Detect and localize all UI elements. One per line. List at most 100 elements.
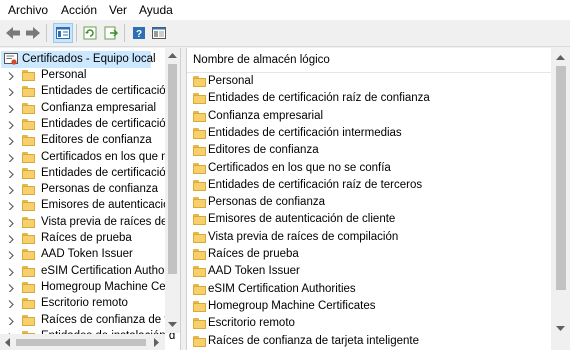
tree-item[interactable]: Vista previa de raíces de (0, 215, 168, 231)
tree-item[interactable]: Escritorio remoto (0, 296, 165, 312)
tree-item-label: Personas de confianza (41, 183, 158, 196)
expand-chevron-icon[interactable] (8, 202, 16, 211)
tree-item[interactable]: Certificados en los que no (0, 150, 174, 166)
folder-icon (22, 118, 35, 130)
folder-icon (193, 93, 206, 105)
tree-horizontal-scrollbar[interactable] (0, 334, 165, 350)
list-item[interactable]: Raíces de confianza de tarjeta inteligen… (187, 333, 551, 349)
tree-item[interactable]: Raíces de prueba (0, 231, 165, 247)
list-item[interactable]: Certificados en los que no se confía (187, 160, 551, 176)
tree-item[interactable]: Personas de confianza (0, 182, 165, 198)
expand-chevron-icon[interactable] (8, 120, 16, 129)
expand-chevron-icon[interactable] (8, 283, 16, 292)
tree-vertical-scrollbar[interactable] (165, 48, 180, 333)
folder-icon (193, 214, 206, 226)
expand-chevron-icon[interactable] (8, 153, 16, 162)
tree-item[interactable]: Personal (0, 68, 165, 84)
tree-item[interactable]: Entidades de certificación (0, 166, 172, 182)
column-header-name[interactable]: Nombre de almacén lógico (193, 54, 330, 66)
tree-item-label: Vista previa de raíces de (41, 215, 168, 228)
folder-icon (22, 314, 35, 326)
tree-item[interactable]: Entidades de certificación (0, 84, 172, 100)
folder-icon (22, 70, 35, 81)
tree-item[interactable]: Confianza empresarial (0, 101, 165, 117)
expand-chevron-icon[interactable] (8, 267, 16, 276)
list-item[interactable]: Entidades de certificación raíz de terce… (187, 177, 551, 193)
scroll-left-icon[interactable] (4, 338, 10, 347)
list-item-label: Certificados en los que no se confía (208, 161, 391, 174)
tree-item[interactable]: Homegroup Machine Cer (0, 280, 169, 296)
list-item[interactable]: Entidades de certificación raíz de confi… (187, 90, 551, 106)
list-item-label: eSIM Certification Authorities (208, 282, 356, 295)
back-arrow-icon[interactable] (3, 23, 23, 43)
properties-icon[interactable] (149, 23, 169, 43)
expand-chevron-icon[interactable] (8, 169, 16, 178)
scroll-right-icon[interactable] (154, 338, 160, 347)
list-item[interactable]: eSIM Certification Authorities (187, 281, 551, 297)
tree-item-label: Personal (41, 69, 87, 81)
list-header[interactable]: Nombre de almacén lógico (187, 48, 551, 73)
folder-icon (22, 151, 35, 163)
tree-pane: Certificados - Equipo local Personal Enti… (0, 48, 181, 350)
menu-archivo[interactable]: Archivo (8, 3, 48, 17)
expand-chevron-icon[interactable] (8, 235, 16, 243)
folder-icon (193, 283, 206, 295)
forward-arrow-icon[interactable] (23, 23, 43, 43)
expand-chevron-icon[interactable] (8, 72, 16, 80)
list-item-label: Confianza empresarial (208, 109, 324, 122)
tree-item[interactable]: eSIM Certification Authori (0, 264, 171, 280)
scroll-up-icon[interactable] (168, 52, 177, 58)
list-item[interactable]: Editores de confianza (187, 142, 551, 158)
tree-item-label: Entidades de certificación (41, 166, 173, 179)
tree-item[interactable]: Raíces de confianza de tar (0, 313, 178, 329)
list-item[interactable]: Confianza empresarial (187, 108, 551, 124)
tree-item[interactable]: Entidades de certificación (0, 117, 172, 133)
list-item-label: Escritorio remoto (208, 317, 295, 330)
tree-item[interactable]: AAD Token Issuer (0, 247, 165, 263)
list-item[interactable]: Escritorio remoto (187, 315, 551, 331)
tree-root[interactable]: Certificados - Equipo local (1, 51, 156, 68)
refresh-icon[interactable] (80, 23, 100, 43)
folder-icon (22, 135, 35, 147)
tree-scroll-thumb[interactable] (168, 64, 177, 274)
list-scroll-thumb[interactable] (556, 66, 566, 290)
folder-icon (22, 298, 35, 310)
scroll-down-icon[interactable] (556, 326, 565, 332)
list-item[interactable]: Homegroup Machine Certificates (187, 298, 551, 314)
folder-icon (193, 197, 206, 209)
scroll-down-icon[interactable] (168, 322, 177, 328)
expand-chevron-icon[interactable] (8, 186, 16, 195)
export-list-icon[interactable] (101, 23, 121, 43)
expand-chevron-icon[interactable] (8, 137, 16, 146)
folder-icon (193, 249, 206, 260)
scroll-up-icon[interactable] (556, 54, 565, 60)
expand-chevron-icon[interactable] (8, 88, 16, 97)
folder-icon (22, 249, 35, 261)
list-item[interactable]: Emisores de autenticación de cliente (187, 211, 551, 227)
help-icon[interactable]: ? (129, 23, 149, 43)
expand-chevron-icon[interactable] (8, 104, 16, 113)
tree-item[interactable]: Editores de confianza (0, 133, 165, 149)
show-hide-tree-icon[interactable] (53, 23, 73, 43)
menu-ver[interactable]: Ver (109, 3, 127, 17)
expand-chevron-icon[interactable] (8, 300, 16, 309)
tree-item[interactable]: Emisores de autenticación (0, 198, 176, 214)
list-vertical-scrollbar[interactable] (551, 48, 570, 350)
list-item[interactable]: AAD Token Issuer (187, 263, 551, 279)
tree-item-label: Entidades de certificación (41, 117, 173, 130)
tree-hscroll-thumb[interactable] (16, 339, 146, 346)
list-item-label: Entidades de certificación raíz de terce… (208, 178, 423, 191)
expand-chevron-icon[interactable] (8, 316, 16, 325)
list-item[interactable]: Personal (187, 73, 551, 89)
tree-item-label: Emisores de autenticación (41, 199, 176, 212)
list-item[interactable]: Raíces de prueba (187, 246, 551, 262)
menu-accion[interactable]: Acción (61, 3, 97, 17)
list-item[interactable]: Vista previa de raíces de compilación (187, 229, 551, 245)
list-item[interactable]: Entidades de certificación intermedias (187, 125, 551, 141)
folder-icon (193, 76, 206, 87)
expand-chevron-icon[interactable] (8, 251, 16, 260)
folder-icon (193, 179, 206, 191)
expand-chevron-icon[interactable] (8, 218, 16, 227)
menu-ayuda[interactable]: Ayuda (139, 3, 173, 17)
list-item[interactable]: Personas de confianza (187, 194, 551, 210)
